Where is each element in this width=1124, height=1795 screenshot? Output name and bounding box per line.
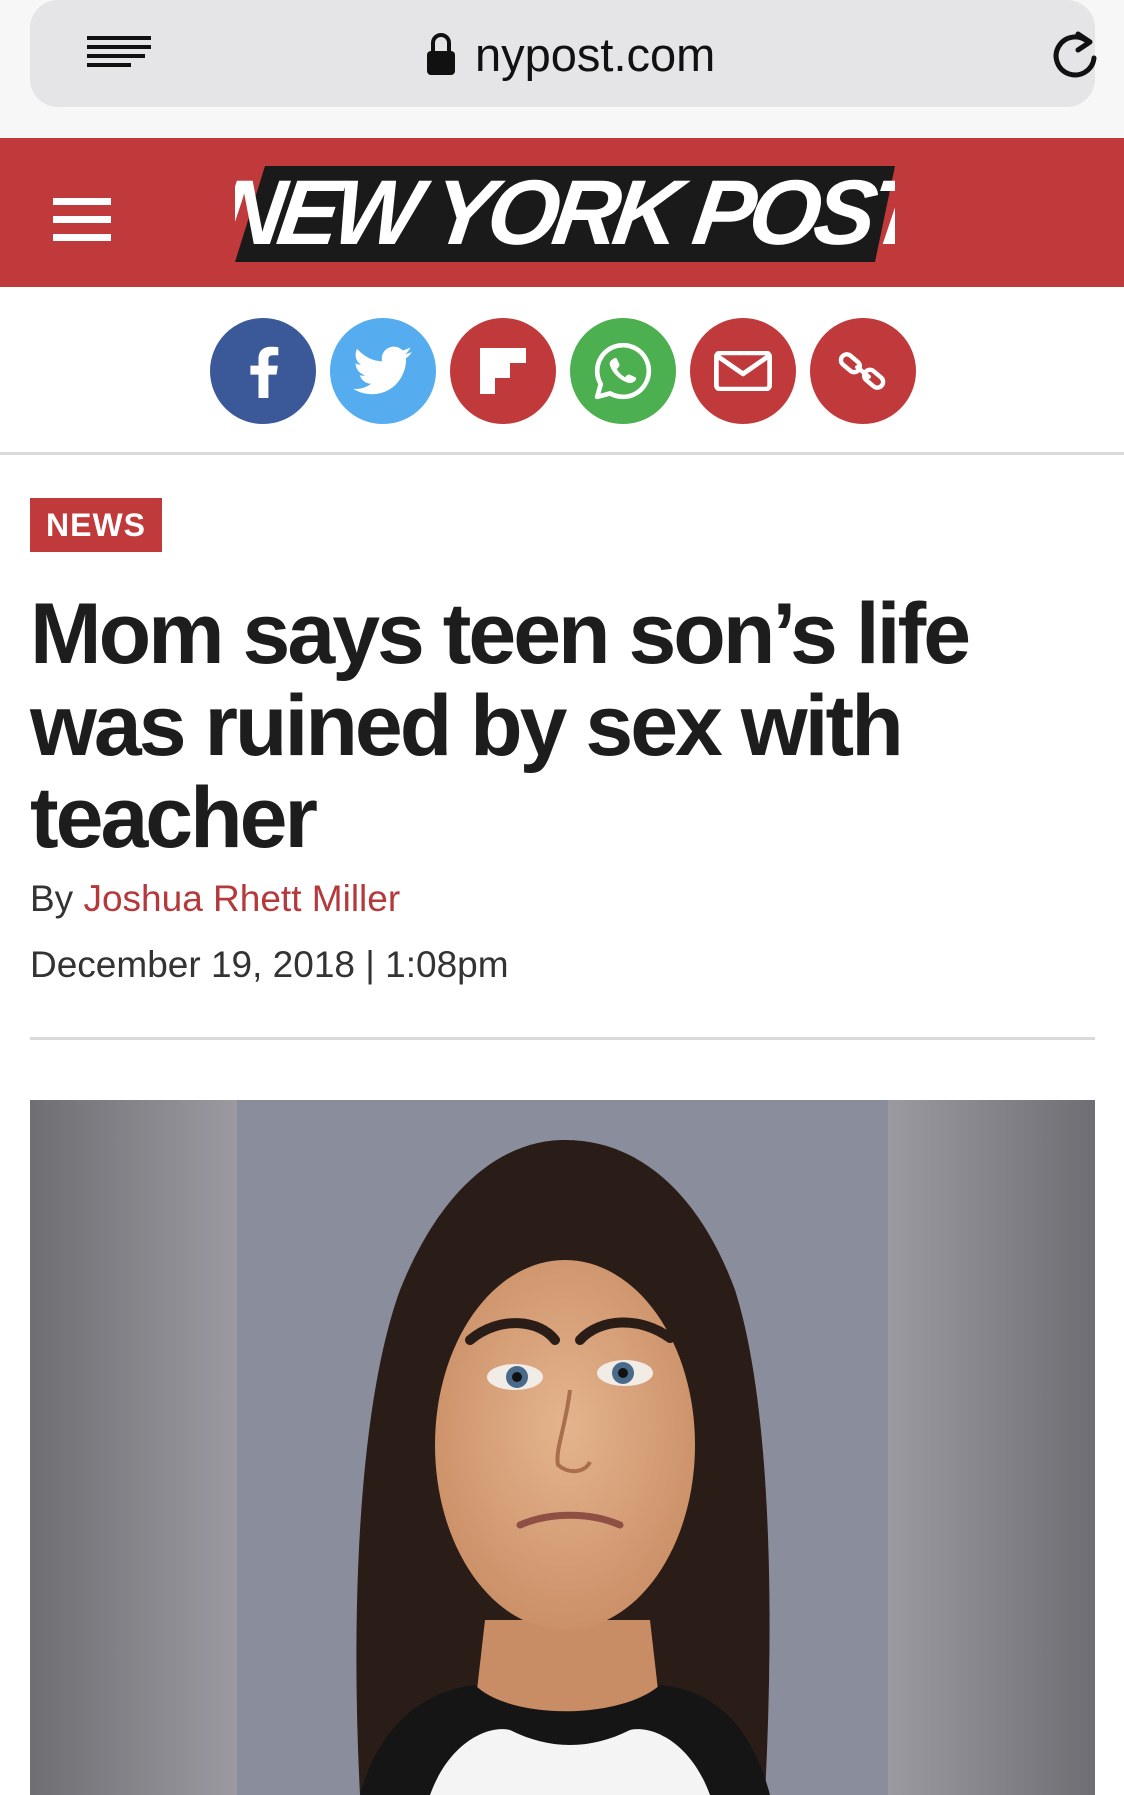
photo-image	[30, 1100, 1095, 1795]
twitter-icon	[353, 346, 412, 395]
hamburger-icon[interactable]	[53, 198, 111, 242]
header-divider	[30, 1037, 1095, 1040]
article-photo[interactable]	[30, 1100, 1095, 1795]
link-icon	[838, 352, 886, 390]
author-link[interactable]: Joshua Rhett Miller	[83, 878, 400, 919]
article-headline: Mom says teen son’s life was ruined by s…	[30, 586, 971, 866]
share-divider	[0, 452, 1124, 455]
flipboard-share-button[interactable]	[450, 318, 556, 424]
site-header: NEW YORK POST	[0, 138, 1124, 287]
category-badge[interactable]: NEWS	[30, 498, 162, 552]
logo-text: NEW YORK POST	[235, 160, 895, 263]
byline: By Joshua Rhett Miller	[30, 878, 400, 920]
facebook-icon	[250, 346, 279, 398]
email-share-button[interactable]	[690, 318, 796, 424]
twitter-share-button[interactable]	[330, 318, 436, 424]
nypost-logo[interactable]: NEW YORK POST	[235, 160, 895, 268]
facebook-share-button[interactable]	[210, 318, 316, 424]
browser-toolbar: nypost.com	[0, 0, 1124, 138]
byline-prefix: By	[30, 878, 84, 919]
copy-link-share-button[interactable]	[810, 318, 916, 424]
whatsapp-icon	[594, 342, 652, 400]
flipboard-icon	[480, 348, 526, 394]
url-text: nypost.com	[475, 27, 716, 81]
email-icon	[714, 351, 772, 391]
lock-icon	[427, 33, 455, 75]
reload-icon[interactable]	[1048, 28, 1102, 82]
whatsapp-share-button[interactable]	[570, 318, 676, 424]
share-bar	[0, 287, 1124, 454]
reader-view-icon[interactable]	[87, 36, 151, 76]
publish-date: December 19, 2018 | 1:08pm	[30, 944, 509, 985]
url-display[interactable]: nypost.com	[425, 24, 715, 84]
address-bar[interactable]: nypost.com	[30, 0, 1097, 107]
